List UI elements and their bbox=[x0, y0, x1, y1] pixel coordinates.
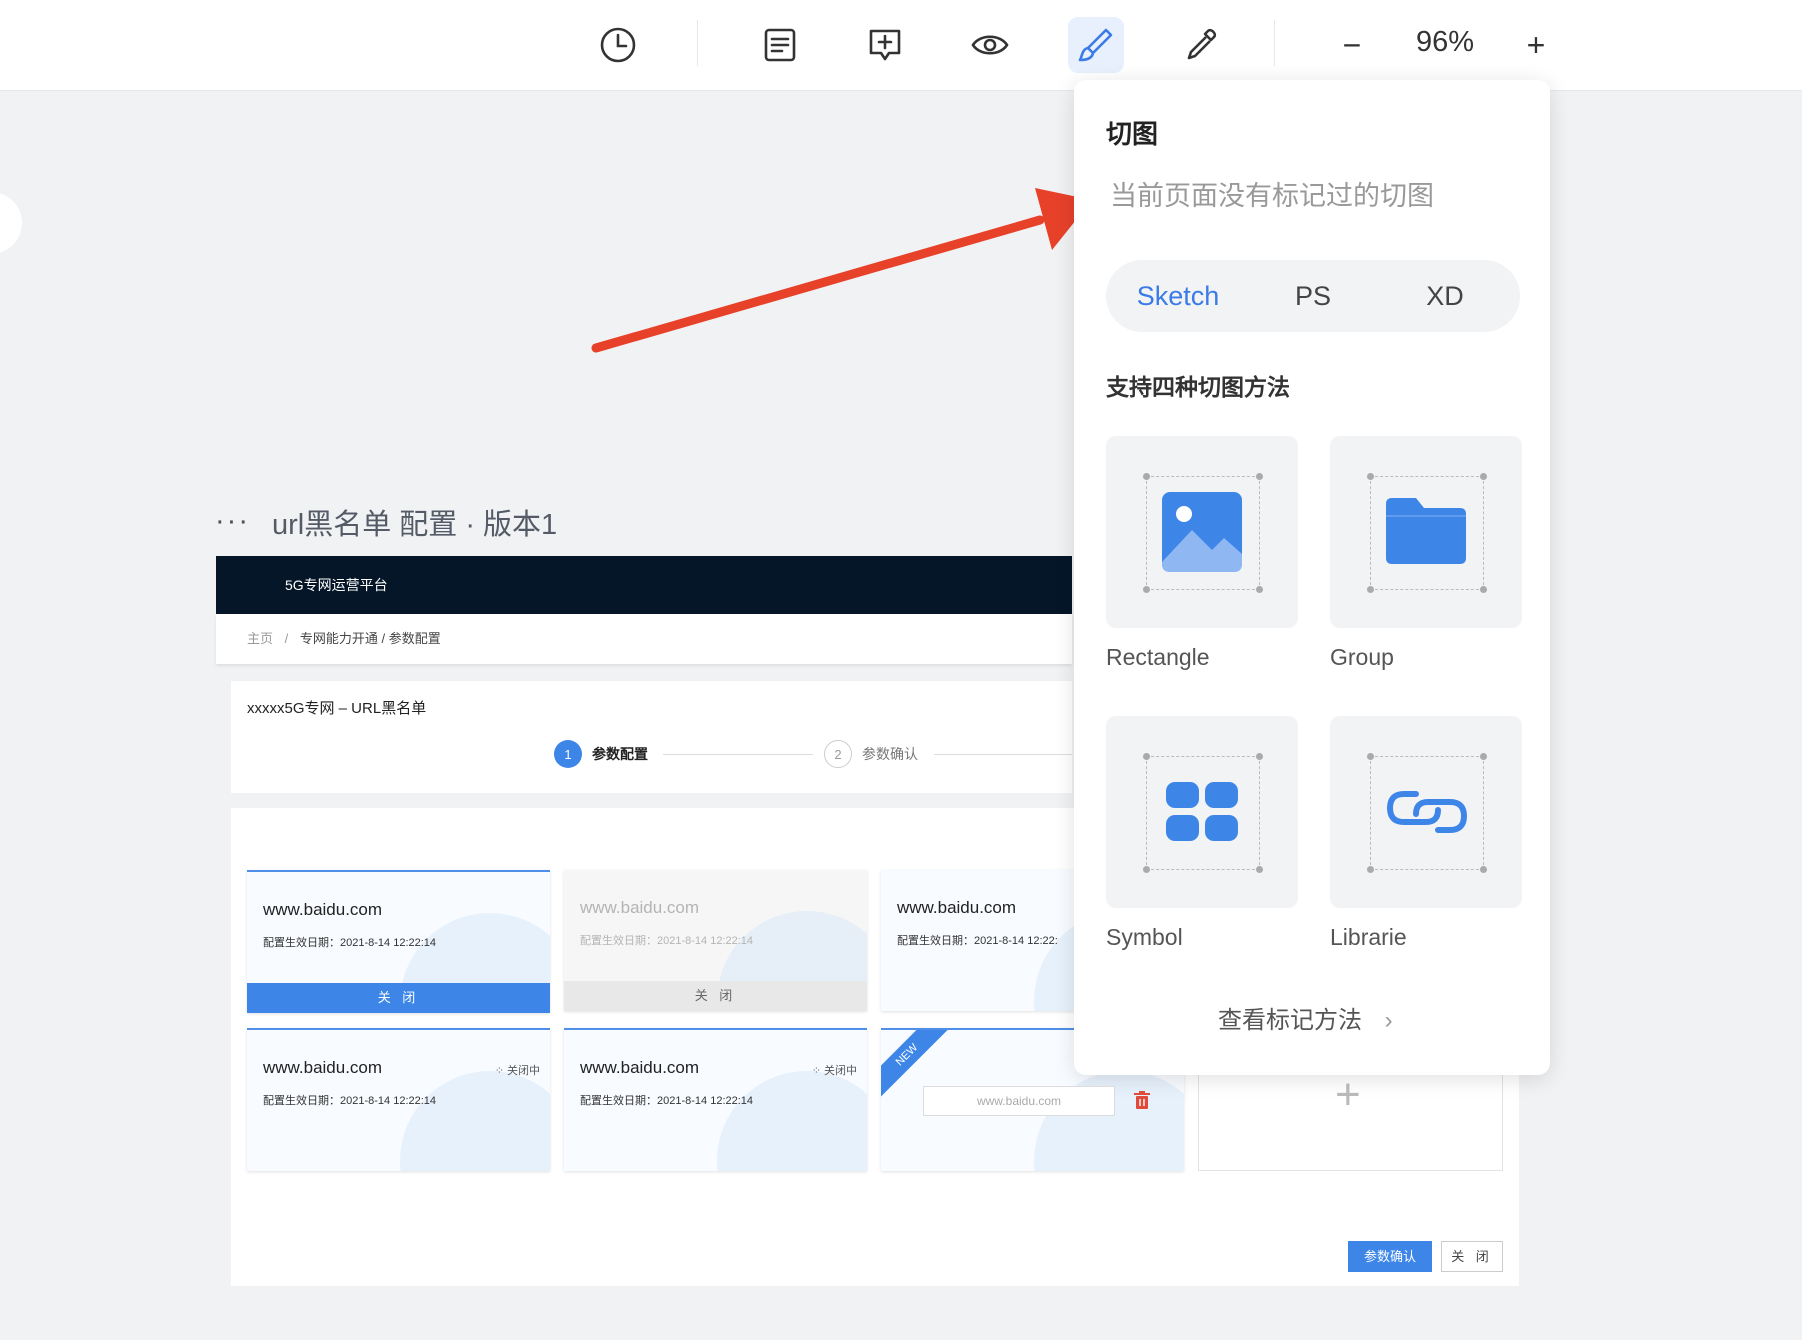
method-label-rectangle: Rectangle bbox=[1106, 644, 1210, 670]
card-status: ⁘ 关闭中 bbox=[811, 1065, 857, 1077]
method-label-symbol: Symbol bbox=[1106, 924, 1183, 950]
url-input[interactable]: www.baidu.com bbox=[923, 1086, 1115, 1116]
card-date: 配置生效日期：2021-8-14 12:22:14 bbox=[263, 1095, 437, 1107]
slice-panel: 切图 当前页面没有标记过的切图 Sketch PS XD 支持四种切图方法 Re… bbox=[1074, 80, 1550, 1075]
method-tile-symbol[interactable] bbox=[1106, 716, 1298, 908]
empty-message: 当前页面没有标记过的切图 bbox=[1110, 181, 1434, 211]
card-url: www.baidu.com bbox=[263, 1058, 383, 1077]
loading-icon: ⁘ bbox=[811, 1065, 824, 1077]
tab-sketch[interactable]: Sketch bbox=[1113, 260, 1243, 332]
symbol-grid-icon bbox=[1166, 782, 1238, 841]
methods-subtitle: 支持四种切图方法 bbox=[1106, 374, 1290, 400]
method-label-librarie: Librarie bbox=[1330, 924, 1407, 950]
card-close-button[interactable]: 关 闭 bbox=[564, 981, 867, 1011]
panel-title: 切图 bbox=[1106, 119, 1159, 149]
link-icon bbox=[1386, 791, 1468, 833]
loading-icon: ⁘ bbox=[494, 1065, 507, 1077]
card-status: ⁘ 关闭中 bbox=[494, 1065, 540, 1077]
tab-ps[interactable]: PS bbox=[1248, 260, 1378, 332]
card-url: www.baidu.com bbox=[897, 898, 1017, 917]
image-icon bbox=[1162, 492, 1242, 572]
chevron-right-icon: › bbox=[1384, 1007, 1393, 1034]
card-url: www.baidu.com bbox=[580, 1058, 700, 1077]
method-tile-rectangle[interactable] bbox=[1106, 436, 1298, 628]
method-tile-group[interactable] bbox=[1330, 436, 1522, 628]
trash-icon[interactable] bbox=[1133, 1090, 1151, 1115]
card-date: 配置生效日期：2021-8-14 12:22: bbox=[897, 935, 1058, 947]
view-marking-methods-link[interactable]: 查看标记方法 › bbox=[1218, 1000, 1393, 1035]
card-date: 配置生效日期：2021-8-14 12:22:14 bbox=[580, 935, 754, 947]
card-url: www.baidu.com bbox=[263, 900, 383, 919]
card-close-button[interactable]: 关 闭 bbox=[247, 983, 550, 1013]
method-label-group: Group bbox=[1330, 644, 1394, 670]
link-label: 查看标记方法 bbox=[1218, 1007, 1362, 1034]
folder-icon bbox=[1386, 498, 1466, 564]
card-date: 配置生效日期：2021-8-14 12:22:14 bbox=[263, 937, 437, 949]
tab-xd[interactable]: XD bbox=[1380, 260, 1510, 332]
method-tile-librarie[interactable] bbox=[1330, 716, 1522, 908]
tool-tabs: Sketch PS XD bbox=[1106, 260, 1520, 332]
card-url: www.baidu.com bbox=[580, 898, 700, 917]
card-date: 配置生效日期：2021-8-14 12:22:14 bbox=[580, 1095, 754, 1107]
